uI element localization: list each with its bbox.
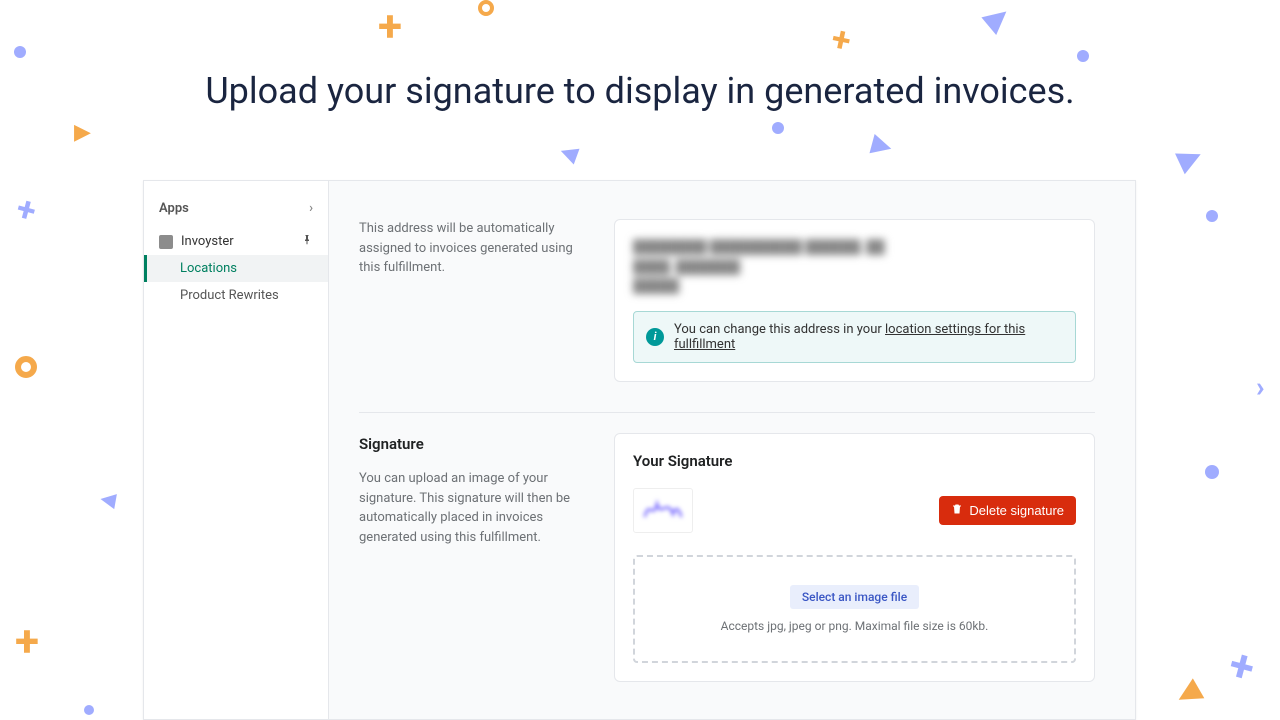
decor-triangle: ▶ xyxy=(1171,675,1208,717)
upload-dropzone[interactable]: Select an image file Accepts jpg, jpeg o… xyxy=(633,555,1076,663)
decor-dot xyxy=(772,122,784,134)
decor-triangle: ▶ xyxy=(1172,137,1208,178)
info-banner: i You can change this address in your lo… xyxy=(633,311,1076,363)
signature-preview xyxy=(633,488,693,533)
address-section: This address will be automatically assig… xyxy=(359,199,1095,413)
signature-section: Signature You can upload an image of you… xyxy=(359,413,1095,712)
signature-image xyxy=(643,496,683,524)
sidebar: Apps › Invoyster Locations Product Rewri… xyxy=(144,181,329,719)
address-card: ████████ ██████████ ██████, ██ ████, ███… xyxy=(614,219,1095,382)
decor-dot xyxy=(1205,465,1219,479)
decor-circle xyxy=(15,356,37,378)
decor-dot xyxy=(1206,210,1218,222)
signature-description: You can upload an image of your signatur… xyxy=(359,469,584,547)
decor-triangle: ▶ xyxy=(976,0,1016,38)
decor-circle xyxy=(478,0,494,16)
decor-plus: + xyxy=(828,19,854,62)
decor-triangle: ▶ xyxy=(868,128,895,162)
decor-triangle: ▶ xyxy=(556,140,580,169)
decor-triangle: ▶ xyxy=(98,489,117,515)
decor-plus: + xyxy=(15,615,39,667)
upload-hint: Accepts jpg, jpeg or png. Maximal file s… xyxy=(645,619,1064,633)
chevron-right-icon: › xyxy=(309,201,313,216)
select-file-button[interactable]: Select an image file xyxy=(790,585,919,609)
signature-card-title: Your Signature xyxy=(633,452,1076,470)
sidebar-title: Apps xyxy=(159,201,189,216)
decor-dot xyxy=(1077,50,1089,62)
decor-plus: + xyxy=(12,188,40,231)
info-prefix: You can change this address in your xyxy=(674,322,885,337)
sidebar-item-app[interactable]: Invoyster xyxy=(144,228,328,255)
delete-signature-button[interactable]: Delete signature xyxy=(939,496,1076,525)
pin-icon[interactable] xyxy=(301,234,313,249)
address-preview: ████████ ██████████ ██████, ██ ████, ███… xyxy=(633,238,1076,297)
app-name: Invoyster xyxy=(181,234,234,249)
sidebar-item-locations[interactable]: Locations xyxy=(144,255,328,282)
info-icon: i xyxy=(646,328,664,346)
trash-icon xyxy=(951,503,963,518)
sidebar-header[interactable]: Apps › xyxy=(144,196,328,228)
decor-dot xyxy=(14,46,26,58)
info-text: You can change this address in your loca… xyxy=(674,322,1063,352)
main-content: This address will be automatically assig… xyxy=(329,181,1135,719)
decor-chevron: › xyxy=(1256,370,1265,403)
app-icon xyxy=(159,235,173,249)
signature-card: Your Signature Delete signature xyxy=(614,433,1095,682)
page-headline: Upload your signature to display in gene… xyxy=(0,70,1280,112)
delete-label: Delete signature xyxy=(969,503,1064,518)
decor-plus: + xyxy=(1224,638,1261,694)
decor-plus: + xyxy=(378,0,402,52)
decor-dot xyxy=(84,705,94,715)
app-window: Apps › Invoyster Locations Product Rewri… xyxy=(143,180,1136,720)
sidebar-item-product-rewrites[interactable]: Product Rewrites xyxy=(144,282,328,309)
signature-title: Signature xyxy=(359,433,584,456)
address-description: This address will be automatically assig… xyxy=(359,219,584,278)
decor-triangle: ▶ xyxy=(74,120,91,145)
